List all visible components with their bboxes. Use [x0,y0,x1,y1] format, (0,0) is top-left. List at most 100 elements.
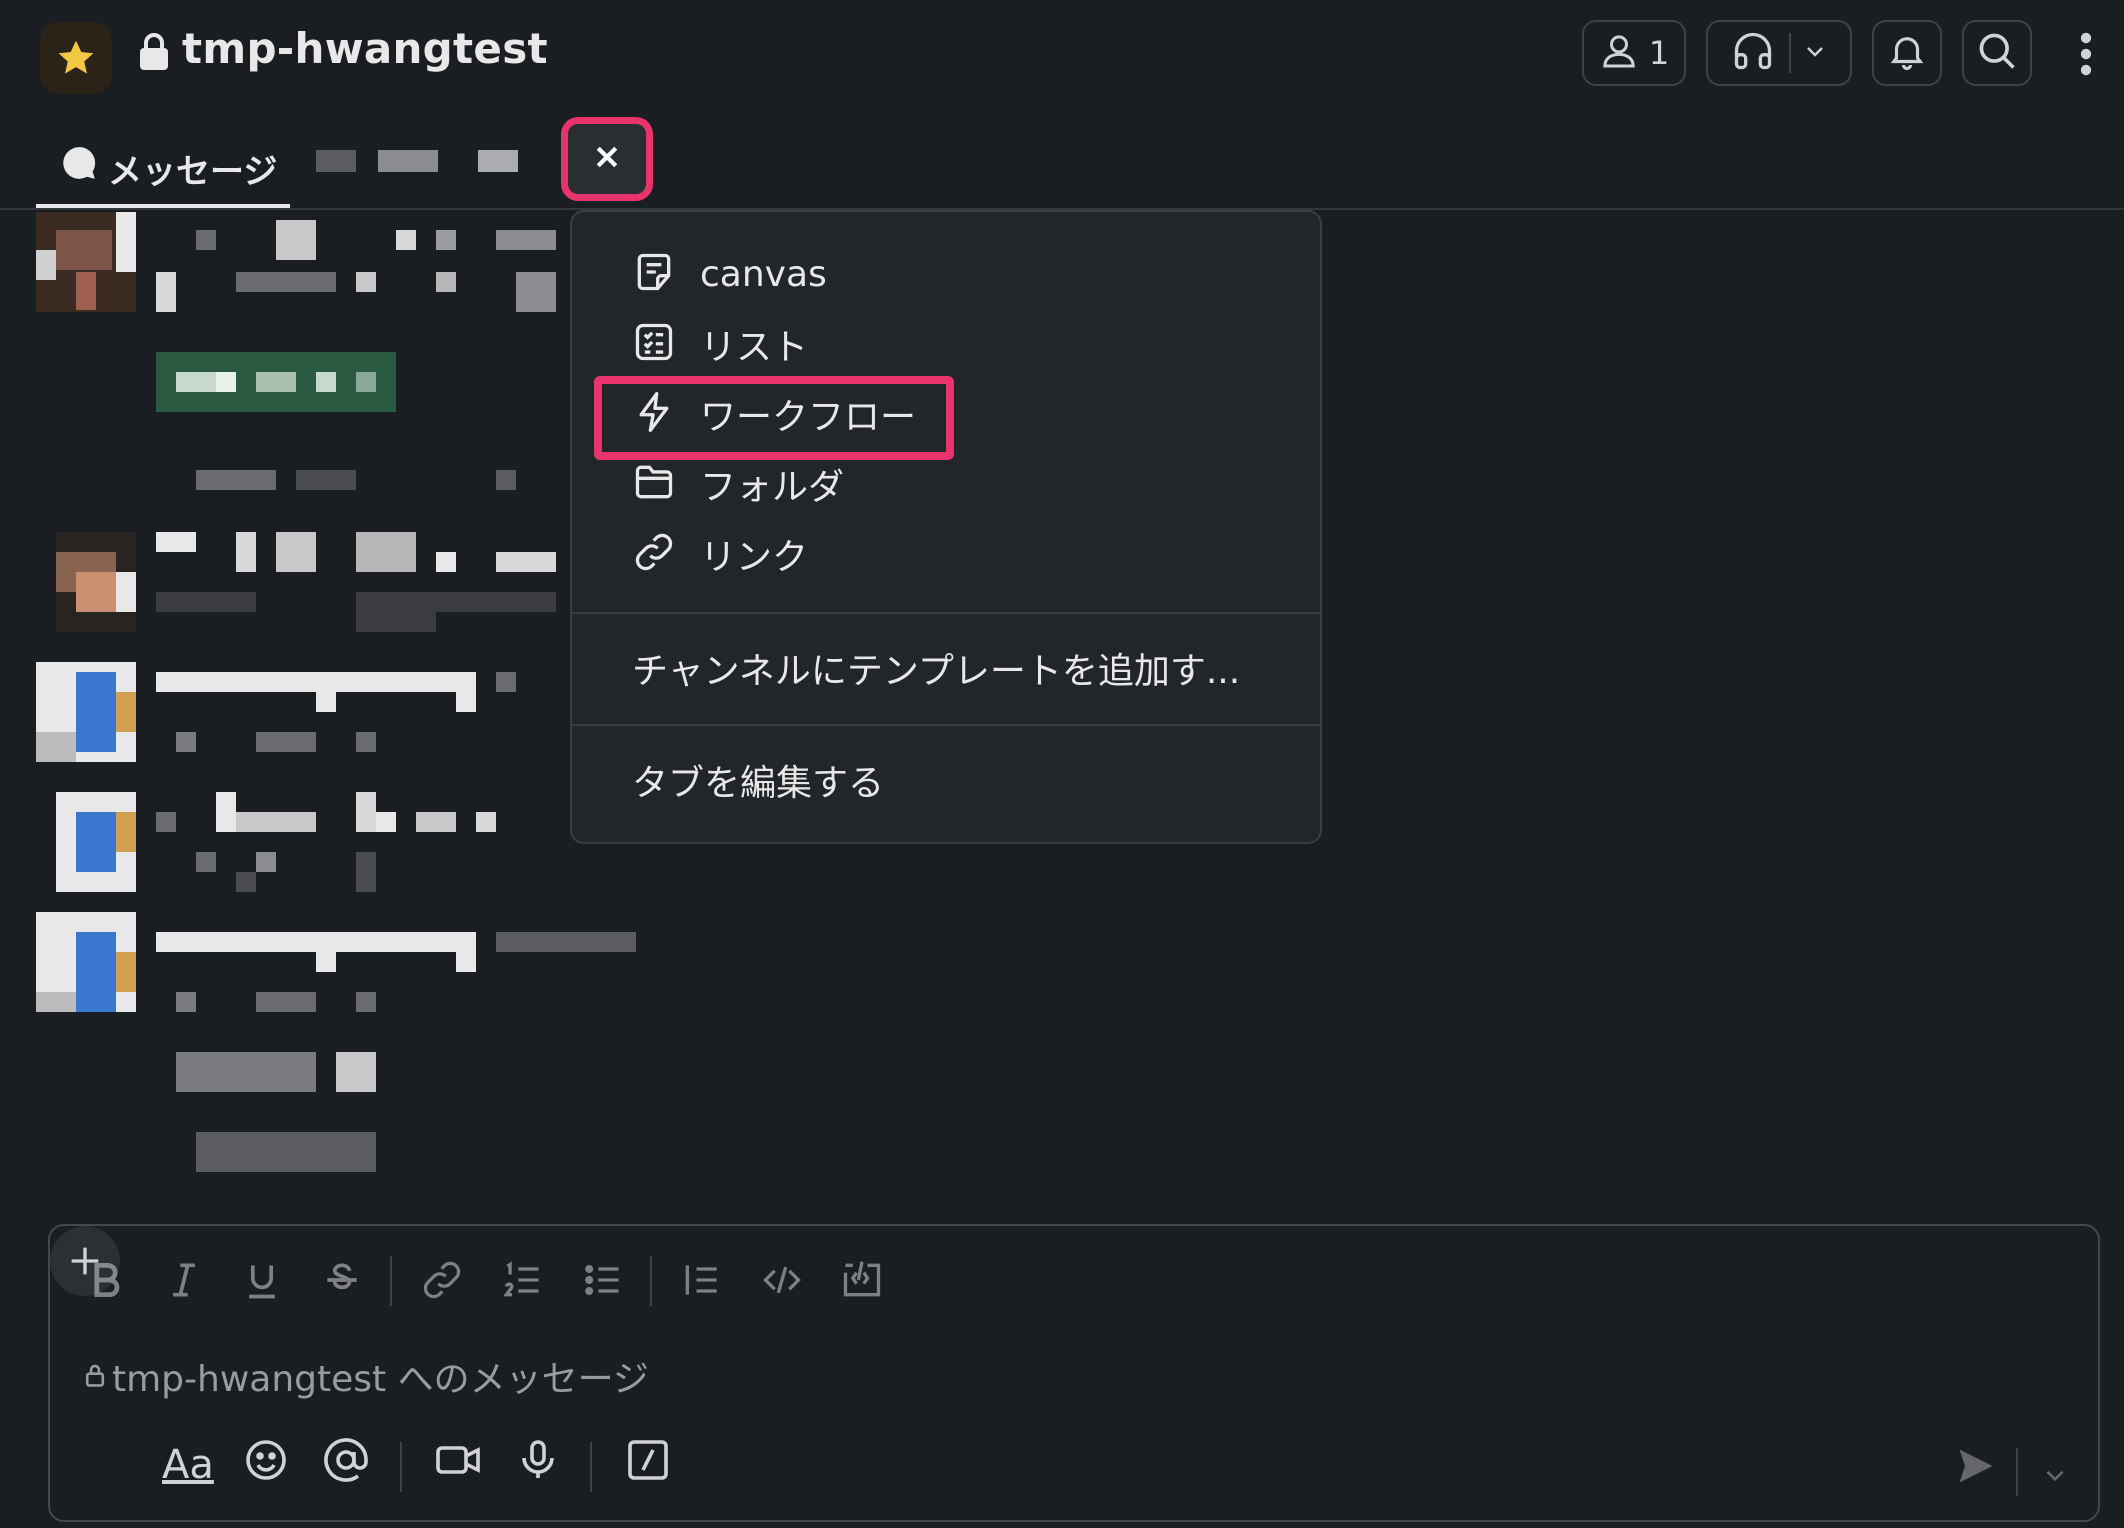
blurred-text [176,992,196,1012]
underline-icon[interactable] [240,1258,284,1306]
blurred-tab[interactable] [478,150,518,172]
blurred-text [416,812,456,832]
blurred-text [476,812,496,832]
avatar-blur [56,230,112,270]
blurred-text [356,272,376,292]
blurred-text [356,612,436,632]
person-icon [1599,31,1639,75]
formatting-toggle[interactable]: Aa [162,1442,214,1488]
chevron-down-icon[interactable] [2042,1462,2068,1492]
toolbar-divider [400,1442,402,1492]
ordered-list-icon[interactable] [500,1258,544,1306]
chevron-down-icon[interactable] [1803,39,1827,67]
blurred-text [436,552,456,572]
blurred-text [256,992,316,1012]
tab-close-button[interactable] [568,124,646,194]
menu-item-edit-tabs[interactable]: タブを編集する [632,754,884,806]
canvas-icon [632,250,676,298]
blockquote-icon[interactable] [680,1258,724,1306]
menu-item-label: リスト [700,327,809,368]
blurred-text [276,220,316,260]
blurred-text [496,230,556,250]
menu-item-label: タブを編集する [632,763,885,804]
blurred-text [356,852,376,892]
slash-command-icon[interactable] [624,1436,672,1488]
blurred-text [356,792,376,832]
code-block-icon[interactable] [840,1258,884,1306]
toolbar-divider [390,1256,392,1306]
search-button[interactable] [1962,20,2032,86]
list-icon [632,320,676,368]
avatar-blur [36,250,56,280]
message-composer[interactable]: tmp-hwangtest へのメッセージ Aa [48,1224,2100,1522]
blurred-text [356,732,376,752]
more-vertical-icon[interactable] [2070,30,2102,78]
message-bubble-icon [60,144,98,186]
blurred-text [316,952,336,972]
headphones-icon [1731,29,1775,77]
avatar-blur [116,952,136,992]
blurred-text [156,932,476,952]
blurred-text [236,272,336,292]
blurred-text [516,272,556,312]
avatar-blur [116,812,136,852]
blurred-text [456,692,476,712]
huddle-button[interactable] [1706,20,1852,86]
link-icon[interactable] [420,1258,464,1306]
lock-icon [138,32,170,76]
search-icon [1975,29,2019,77]
blurred-text [156,532,196,552]
tab-messages[interactable]: メッセージ [36,130,290,208]
menu-item-link[interactable]: リンク [632,528,808,580]
avatar-blur [76,672,116,752]
avatar-blur [36,992,76,1012]
code-icon[interactable] [760,1258,804,1306]
blurred-text [456,952,476,972]
avatar-blur [116,572,136,612]
blurred-text [196,470,276,490]
blurred-text [356,532,416,572]
star-icon[interactable] [40,22,112,94]
mention-icon[interactable] [322,1436,370,1488]
blurred-tab[interactable] [378,150,438,172]
blurred-text [436,272,456,292]
blurred-text [256,852,276,872]
menu-item-folder[interactable]: フォルダ [632,458,844,510]
menu-item-label: ワークフロー [700,397,917,438]
blurred-text [436,230,456,250]
notifications-button[interactable] [1872,20,1942,86]
menu-item-workflow[interactable]: ワークフロー [632,388,916,440]
blurred-text [356,992,376,1012]
menu-item-label: リンク [700,537,809,578]
add-tab-menu: canvas リスト ワークフロー フォルダ リンク チャンネルにテンプレートを… [570,210,1322,844]
blurred-text [156,672,476,692]
channel-header: tmp-hwangtest 1 [0,0,2124,110]
menu-item-add-template[interactable]: チャンネルにテンプレートを追加す... [632,642,1240,694]
avatar-blur [76,572,116,612]
message-input[interactable]: tmp-hwangtest へのメッセージ [84,1350,649,1402]
blurred-text [236,872,256,892]
menu-divider [572,724,1320,726]
blurred-text [496,470,516,490]
toolbar-divider [590,1442,592,1492]
channel-title[interactable]: tmp-hwangtest [182,24,548,73]
avatar-blur [116,692,136,732]
blurred-text [496,932,636,952]
microphone-icon[interactable] [514,1436,562,1488]
menu-item-canvas[interactable]: canvas [632,250,827,298]
menu-item-list[interactable]: リスト [632,318,808,370]
members-button[interactable]: 1 [1582,20,1686,86]
emoji-icon[interactable] [242,1436,290,1488]
bulleted-list-icon[interactable] [580,1258,624,1306]
italic-icon[interactable] [162,1258,206,1306]
menu-item-label: canvas [700,253,827,295]
blurred-text [276,532,316,572]
member-count: 1 [1648,34,1670,72]
blurred-text [316,372,336,392]
video-icon[interactable] [434,1436,482,1488]
bold-icon[interactable] [84,1258,128,1306]
blurred-tab[interactable] [316,150,356,172]
send-icon[interactable] [1954,1444,1998,1492]
strikethrough-icon[interactable] [320,1258,364,1306]
blurred-text [156,592,256,612]
